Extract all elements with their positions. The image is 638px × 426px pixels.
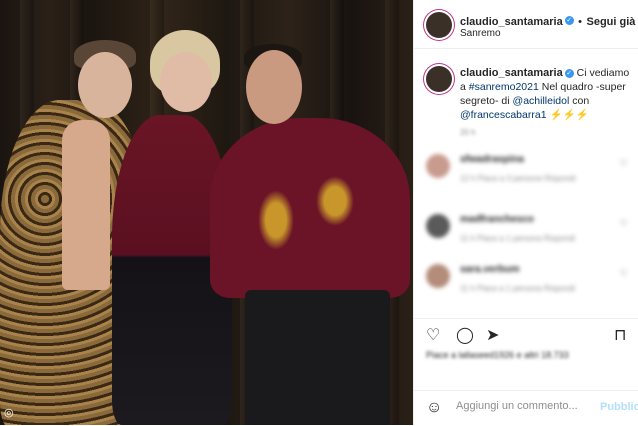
lightning-emoji: ⚡⚡⚡ <box>546 109 589 121</box>
caption-text: con <box>569 95 590 107</box>
action-bar: ♡ ◯ ➤ ⊓ <box>414 318 638 349</box>
person-left-face <box>78 52 132 118</box>
publish-button[interactable]: Pubblica <box>600 401 638 413</box>
verified-icon: ✓ <box>564 68 574 78</box>
comment-item: sara.verbum 11 h Piace a 1 persona Rispo… <box>424 262 634 302</box>
post-timestamp: 20 h <box>460 128 476 137</box>
caption-username[interactable]: claudio_santamaria <box>460 67 563 79</box>
comment-input[interactable] <box>454 399 593 413</box>
share-icon[interactable]: ➤ <box>486 325 499 345</box>
comment-avatar[interactable] <box>426 154 450 178</box>
heart-icon[interactable]: ♡ <box>620 268 628 279</box>
person-right <box>210 118 410 298</box>
heart-icon[interactable]: ♡ <box>426 325 440 345</box>
mention-link[interactable]: @francescabarra1 <box>460 109 547 121</box>
comment-item: madfranchesco 11 h Piace a 1 persona Ris… <box>424 212 634 252</box>
comment-meta: 11 h Piace a 1 persona Rispondi <box>460 284 576 293</box>
hashtag-link[interactable]: #sanremo2021 <box>469 81 539 93</box>
comment-username[interactable]: sfwadraspina <box>460 154 524 165</box>
gold-paint-splash <box>258 190 294 250</box>
follow-button[interactable]: Segui già <box>586 16 635 28</box>
heart-icon[interactable]: ♡ <box>620 218 628 229</box>
bookmark-icon[interactable]: ⊓ <box>614 325 626 345</box>
post-header: claudio_santamaria ✓ • Segui già Sanremo <box>414 0 638 49</box>
person-middle-face <box>160 52 212 112</box>
add-comment-bar: ☺ Pubblica <box>414 390 638 426</box>
separator: • <box>578 16 583 28</box>
likes-count[interactable]: Piace a lallaseed1926 e altri 18.733 <box>426 350 569 360</box>
heart-icon[interactable]: ♡ <box>620 158 628 169</box>
comment-icon[interactable]: ◯ <box>456 325 474 345</box>
comment-username[interactable]: madfranchesco <box>460 214 534 225</box>
comment-meta: 11 h Piace a 1 persona Rispondi <box>460 234 576 243</box>
comment-username[interactable]: sara.verbum <box>460 264 519 275</box>
comment-avatar[interactable] <box>426 264 450 288</box>
instagram-icon: ◎ <box>4 407 14 419</box>
mention-link[interactable]: @achilleidol <box>513 95 570 107</box>
person-right-face <box>246 50 302 124</box>
emoji-icon[interactable]: ☺ <box>426 399 442 417</box>
post-sidebar: claudio_santamaria ✓ • Segui già Sanremo … <box>413 0 638 425</box>
comment-meta: 12 h Piace a 3 persone Rispondi <box>460 174 576 183</box>
location-link[interactable]: Sanremo <box>460 28 501 39</box>
comment-avatar[interactable] <box>426 214 450 238</box>
avatar[interactable] <box>426 12 452 38</box>
post-photo[interactable]: ◎ <box>0 0 413 425</box>
caption: claudio_santamaria ✓ Ci vediamo a #sanrem… <box>460 66 632 122</box>
caption-avatar[interactable] <box>426 66 452 92</box>
comment-item: sfwadraspina 12 h Piace a 3 persone Risp… <box>424 152 634 192</box>
gold-paint-splash <box>316 176 354 226</box>
person-left-chest <box>62 120 110 290</box>
username-link[interactable]: claudio_santamaria <box>460 16 563 28</box>
person-right-trousers <box>245 290 390 425</box>
verified-icon: ✓ <box>564 16 574 26</box>
